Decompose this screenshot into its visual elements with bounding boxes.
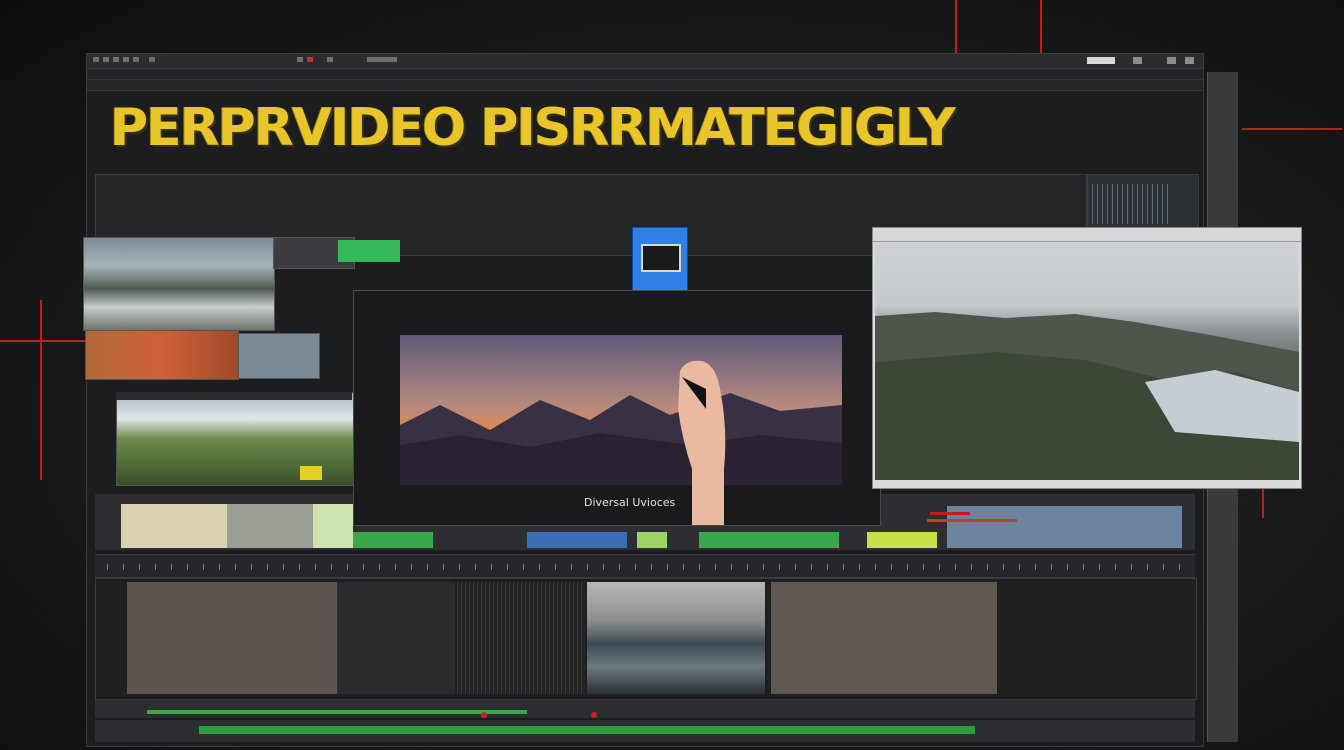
video-clip[interactable]: [313, 504, 353, 548]
menu-item[interactable]: [123, 57, 129, 62]
close-icon[interactable]: [1167, 57, 1176, 64]
playhead-marker[interactable]: [481, 712, 487, 718]
playhead-marker[interactable]: [591, 712, 597, 718]
audio-track: [95, 700, 1195, 718]
marker-line: [930, 512, 970, 515]
preview-frame: [875, 242, 1299, 480]
menu-item[interactable]: [93, 57, 99, 62]
clip-thumbnail[interactable]: [771, 582, 997, 694]
audio-waveform: [457, 582, 585, 694]
monitor-header: [873, 228, 1301, 242]
menu-item[interactable]: [307, 57, 313, 62]
clip-thumbnail[interactable]: [238, 333, 320, 379]
video-clip[interactable]: [699, 532, 839, 548]
minimize-icon[interactable]: [1087, 57, 1115, 64]
menu-item[interactable]: [113, 57, 119, 62]
waveform: [1092, 184, 1172, 224]
clip-thumbnail[interactable]: [83, 237, 275, 331]
highlight-marker: [300, 466, 322, 480]
menu-item[interactable]: [103, 57, 109, 62]
source-monitor: [872, 227, 1302, 489]
menu-item[interactable]: [297, 57, 303, 62]
hill-landscape: [875, 312, 1299, 480]
audio-clip[interactable]: [147, 710, 527, 714]
video-clip[interactable]: [947, 506, 1182, 548]
toolbar: [87, 69, 1203, 80]
clip-thumbnail[interactable]: [337, 582, 455, 694]
preview-frame: [400, 335, 842, 485]
menu-item[interactable]: [133, 57, 139, 62]
preview-caption: Diversal Uvioces: [584, 496, 676, 509]
menu-item[interactable]: [149, 57, 155, 62]
guide-line: [1242, 128, 1342, 130]
page-title: PERPRVIDEO PISRRMATEGIGLY: [110, 98, 956, 158]
settings-icon[interactable]: [1185, 57, 1194, 64]
ruler-ticks: [107, 564, 1187, 570]
marker[interactable]: [927, 519, 1017, 522]
guide-line: [1040, 0, 1042, 55]
clip-thumbnail[interactable]: [127, 582, 337, 694]
guide-line: [0, 340, 86, 342]
mountain-silhouette: [400, 393, 842, 485]
video-clip[interactable]: [867, 532, 937, 548]
menu-item[interactable]: [367, 57, 397, 62]
film-icon-inner: [641, 244, 681, 272]
program-monitor: Diversal Uvioces: [353, 290, 881, 526]
green-tag: [338, 240, 400, 262]
toolbar: [87, 80, 1203, 91]
menu-bar: [87, 54, 1203, 69]
menu-item[interactable]: [327, 57, 333, 62]
thumbnail-header: [116, 392, 352, 400]
video-clip[interactable]: [637, 532, 667, 548]
clip-thumbnail[interactable]: [85, 330, 239, 380]
maximize-icon[interactable]: [1133, 57, 1142, 64]
clip-thumbnail[interactable]: [587, 582, 765, 694]
audio-clip[interactable]: [199, 726, 975, 734]
video-clip[interactable]: [353, 532, 433, 548]
video-clip[interactable]: [527, 532, 627, 548]
guide-line: [40, 300, 42, 480]
